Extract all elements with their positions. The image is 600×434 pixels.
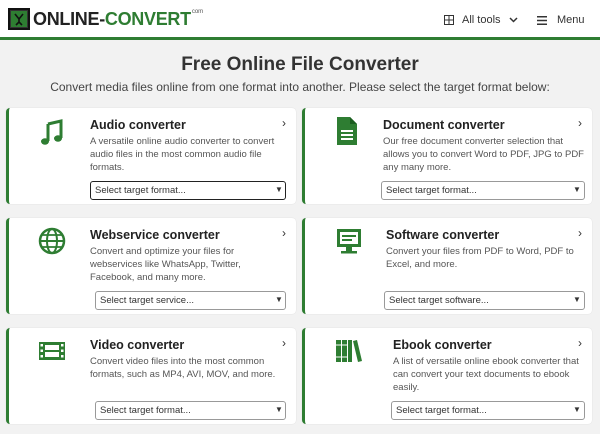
music-note-icon — [41, 119, 63, 145]
film-icon — [39, 342, 65, 360]
video-target-format-select[interactable]: Select target format... — [95, 401, 286, 420]
video-converter-card[interactable]: Video converter Convert video files into… — [6, 328, 296, 424]
menu-button[interactable]: Menu — [537, 11, 585, 29]
globe-icon — [38, 227, 66, 255]
card-title: Software converter — [386, 228, 500, 242]
card-title: Webservice converter — [90, 228, 220, 242]
card-description: Our free document converter selection th… — [383, 136, 584, 173]
card-title: Ebook converter — [393, 338, 492, 352]
audio-converter-card[interactable]: Audio converter A versatile online audio… — [6, 108, 296, 204]
document-icon — [337, 117, 357, 145]
card-description: Convert your files from PDF to Word, PDF… — [386, 246, 574, 270]
grid-icon — [444, 15, 454, 25]
logo-text: ONLINE-CONVERT — [33, 8, 191, 29]
ebook-target-format-select[interactable]: Select target format... — [391, 401, 585, 420]
card-description: Convert and optimize your files for webs… — [90, 246, 241, 283]
chevron-right-icon: › — [282, 336, 286, 350]
logo-mark-icon — [8, 8, 30, 30]
software-target-select[interactable]: Select target software... — [384, 291, 585, 310]
page-title: Free Online File Converter — [181, 54, 419, 75]
chevron-down-icon — [509, 17, 518, 23]
card-description: A versatile online audio converter to co… — [90, 136, 275, 173]
card-description: A list of versatile online ebook convert… — [393, 356, 579, 393]
card-title: Document converter — [383, 118, 505, 132]
monitor-icon — [337, 229, 361, 254]
card-title: Video converter — [90, 338, 185, 352]
document-converter-card[interactable]: Document converter Our free document con… — [302, 108, 592, 204]
chevron-right-icon: › — [578, 226, 582, 240]
site-logo[interactable]: ONLINE-CONVERT com — [8, 6, 203, 32]
books-icon — [336, 340, 362, 362]
chevron-right-icon: › — [282, 226, 286, 240]
document-target-format-select[interactable]: Select target format... — [381, 181, 585, 200]
chevron-right-icon: › — [282, 116, 286, 130]
chevron-right-icon: › — [578, 116, 582, 130]
page-subtitle: Convert media files online from one form… — [50, 80, 550, 94]
all-tools-button[interactable]: All tools — [444, 11, 518, 29]
card-description: Convert video files into the most common… — [90, 356, 276, 380]
chevron-right-icon: › — [578, 336, 582, 350]
software-converter-card[interactable]: Software converter Convert your files fr… — [302, 218, 592, 314]
card-title: Audio converter — [90, 118, 186, 132]
hamburger-icon — [537, 15, 547, 25]
webservice-converter-card[interactable]: Webservice converter Convert and optimiz… — [6, 218, 296, 314]
menu-label: Menu — [557, 14, 585, 26]
top-navigation-bar: ONLINE-CONVERT com All tools Menu — [0, 0, 600, 40]
all-tools-label: All tools — [462, 14, 501, 26]
audio-target-format-select[interactable]: Select target format... — [90, 181, 286, 200]
webservice-target-service-select[interactable]: Select target service... — [95, 291, 286, 310]
logo-com: com — [191, 9, 204, 15]
ebook-converter-card[interactable]: Ebook converter A list of versatile onli… — [302, 328, 592, 424]
